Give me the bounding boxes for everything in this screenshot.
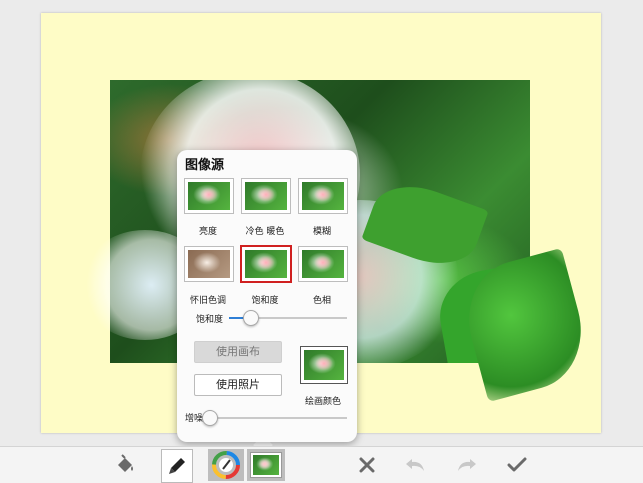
- thumb-label: 模糊: [312, 227, 331, 237]
- image-source-popover: 图像源 亮度 冷色 暖色 模糊 怀旧色调 饱和度 色相 饱和度 使用画布 使用照…: [177, 150, 357, 442]
- noise-slider-knob[interactable]: [202, 410, 219, 426]
- undo-icon[interactable]: [402, 449, 430, 481]
- close-icon[interactable]: [355, 449, 379, 481]
- thumb-blur[interactable]: [298, 178, 348, 214]
- use-photo-button[interactable]: 使用照片: [194, 374, 282, 396]
- paint-color-swatch[interactable]: [300, 346, 348, 384]
- redo-icon[interactable]: [452, 449, 480, 481]
- noise-slider[interactable]: [205, 417, 347, 419]
- thumb-saturation[interactable]: [240, 245, 292, 283]
- thumb-label: 亮度: [198, 227, 217, 237]
- saturation-label: 饱和度: [196, 315, 224, 325]
- color-wheel-icon[interactable]: [208, 449, 244, 481]
- paint-color-label: 绘画颜色: [304, 397, 341, 407]
- thumb-label: 冷色 暖色: [245, 227, 285, 237]
- thumb-cool-warm[interactable]: [241, 178, 291, 214]
- use-canvas-button[interactable]: 使用画布: [194, 341, 282, 363]
- bottom-toolbar: [0, 446, 643, 483]
- thumb-label: 怀旧色调: [189, 296, 226, 306]
- thumb-vintage[interactable]: [184, 246, 234, 282]
- paint-bucket-icon[interactable]: [112, 449, 138, 481]
- thumb-label: 色相: [312, 296, 331, 306]
- noise-label: 增噪: [185, 414, 204, 424]
- thumb-brightness[interactable]: [184, 178, 234, 214]
- saturation-slider-knob[interactable]: [243, 310, 260, 326]
- image-source-icon[interactable]: [247, 449, 285, 481]
- thumb-label: 饱和度: [251, 296, 279, 306]
- check-icon[interactable]: [504, 449, 530, 481]
- popover-title: 图像源: [185, 158, 225, 173]
- brush-icon[interactable]: [161, 449, 193, 483]
- thumb-hue[interactable]: [298, 246, 348, 282]
